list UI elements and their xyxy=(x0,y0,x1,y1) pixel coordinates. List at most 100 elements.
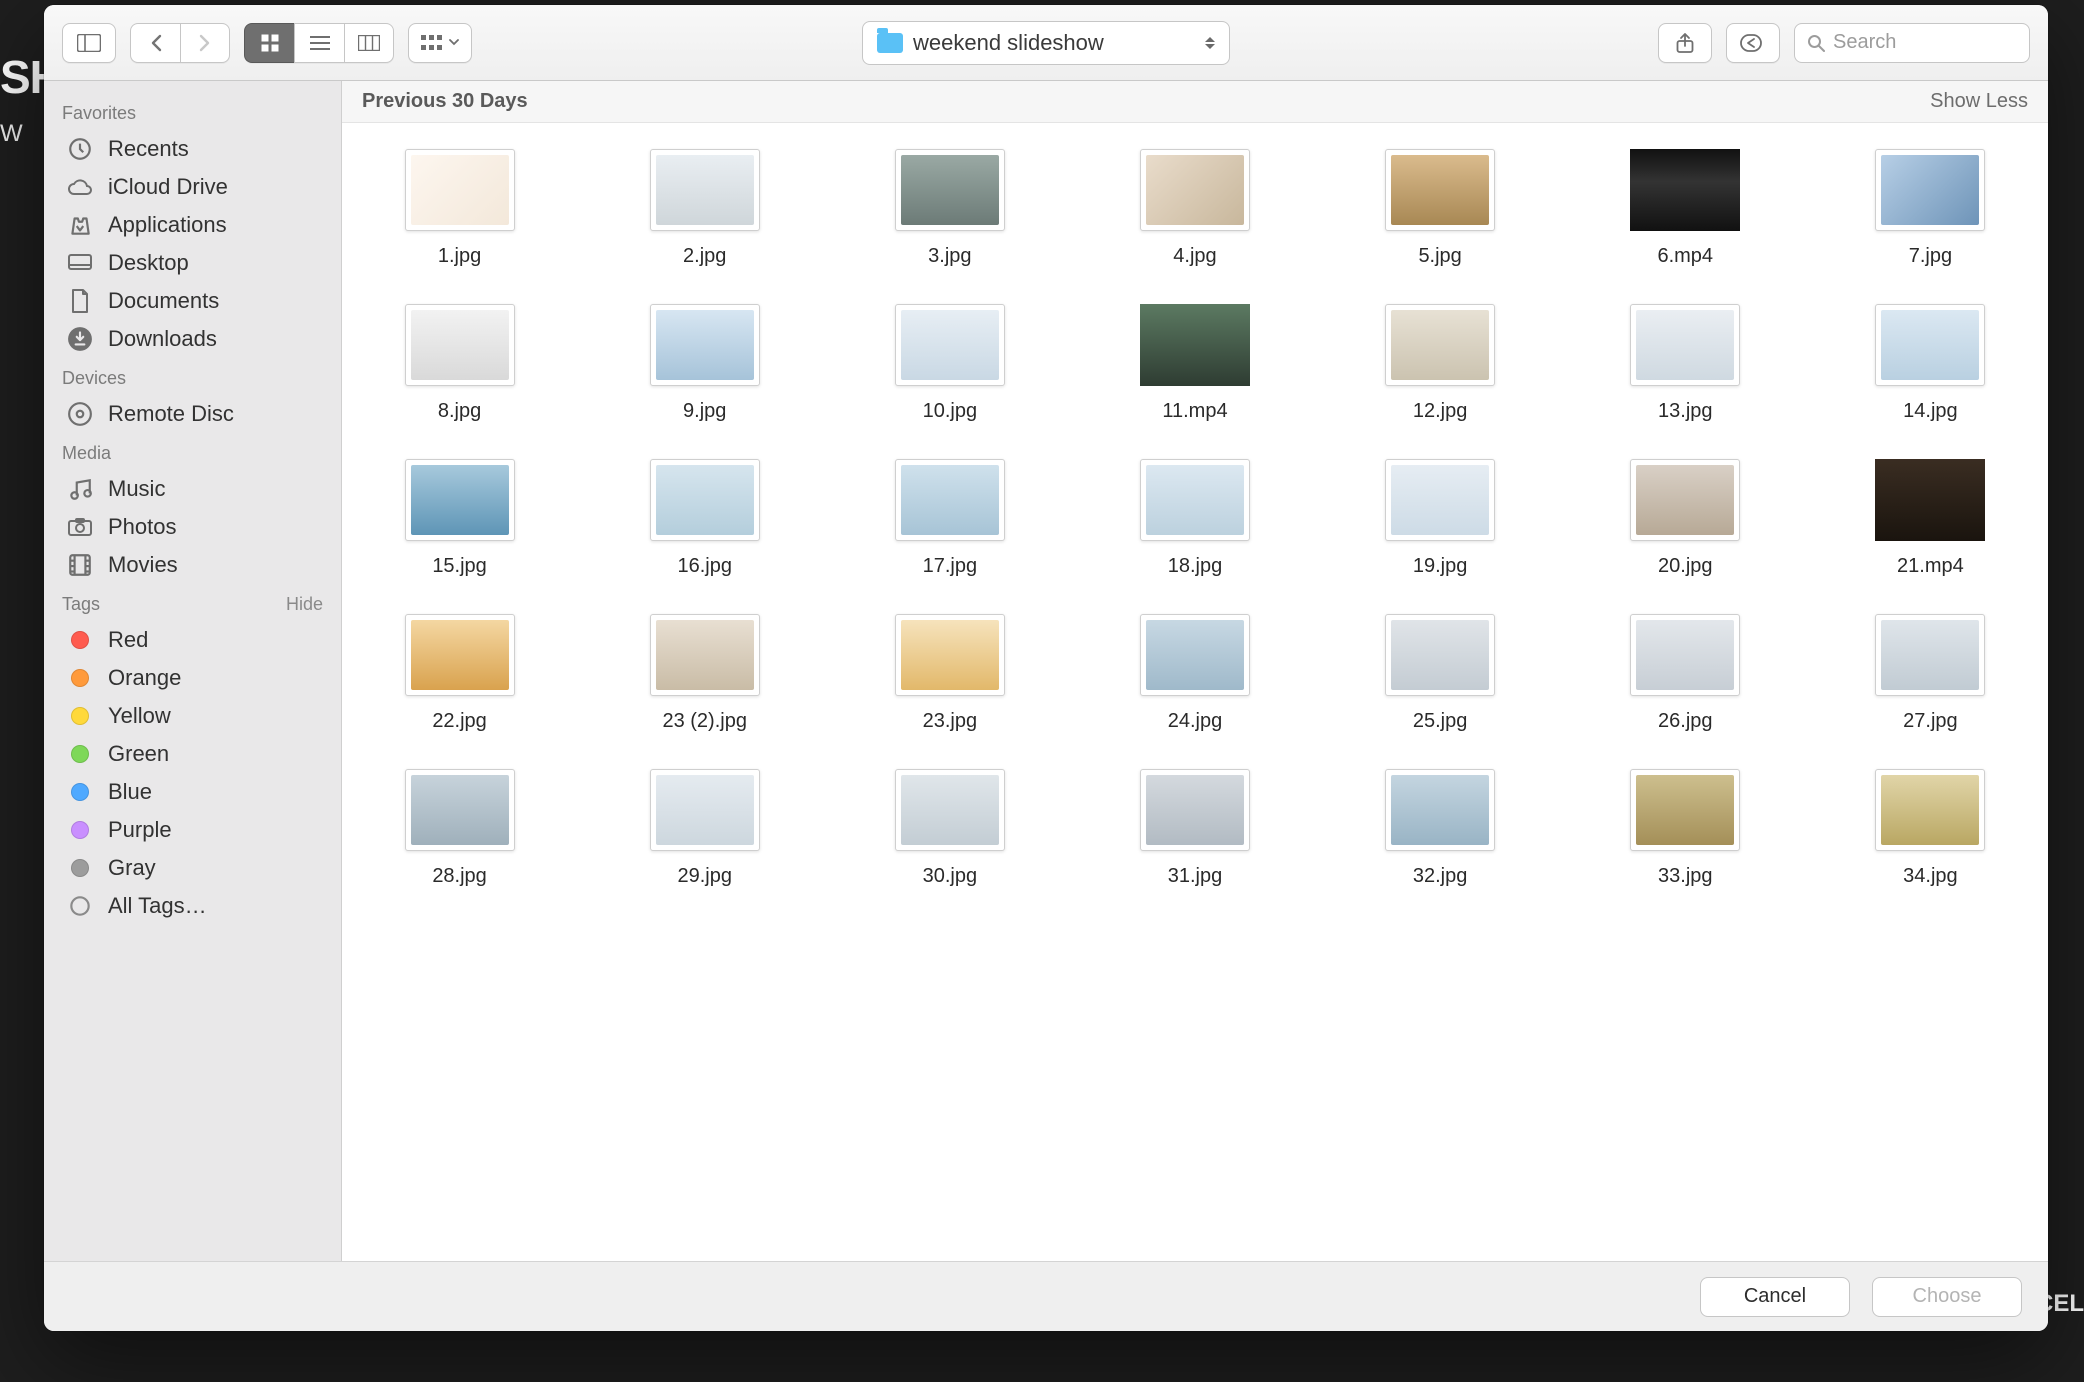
file-item[interactable]: 34.jpg xyxy=(1860,769,2000,888)
sidebar-item-green[interactable]: Green xyxy=(44,735,341,773)
sidebar-item-documents[interactable]: Documents xyxy=(44,282,341,320)
sidebar-item-blue[interactable]: Blue xyxy=(44,773,341,811)
image-thumbnail xyxy=(1875,304,1985,386)
file-grid: 1.jpg 2.jpg 3.jpg 4.jpg 5.jpg 6.mp4 7.jpg 8.jpg… xyxy=(382,149,2008,888)
image-thumbnail xyxy=(895,304,1005,386)
file-item[interactable]: 18.jpg xyxy=(1125,459,1265,578)
tags-hide-button[interactable]: Hide xyxy=(286,594,323,615)
file-item[interactable]: 8.jpg xyxy=(390,304,530,423)
sidebar-item-applications[interactable]: Applications xyxy=(44,206,341,244)
sidebar-item-label: Green xyxy=(108,741,169,767)
file-item[interactable]: 6.mp4 xyxy=(1615,149,1755,268)
sidebar-item-label: Music xyxy=(108,476,165,502)
sidebar[interactable]: Favorites RecentsiCloud DriveApplication… xyxy=(44,81,342,1261)
sidebar-item-label: Red xyxy=(108,627,148,653)
sidebar-item-recents[interactable]: Recents xyxy=(44,130,341,168)
image-thumbnail xyxy=(1140,149,1250,231)
file-item[interactable]: 16.jpg xyxy=(635,459,775,578)
file-item[interactable]: 23.jpg xyxy=(880,614,1020,733)
sidebar-item-orange[interactable]: Orange xyxy=(44,659,341,697)
forward-button[interactable] xyxy=(180,23,230,63)
sidebar-item-movies[interactable]: Movies xyxy=(44,546,341,584)
image-thumbnail xyxy=(650,769,760,851)
file-item[interactable]: 7.jpg xyxy=(1860,149,2000,268)
file-name: 16.jpg xyxy=(677,555,732,578)
sidebar-item-gray[interactable]: Gray xyxy=(44,849,341,887)
sidebar-item-music[interactable]: Music xyxy=(44,470,341,508)
group-by-button[interactable] xyxy=(408,23,472,63)
sidebar-header-favorites: Favorites xyxy=(44,93,341,130)
file-item[interactable]: 25.jpg xyxy=(1370,614,1510,733)
choose-button[interactable]: Choose xyxy=(1872,1277,2022,1317)
sidebar-item-desktop[interactable]: Desktop xyxy=(44,244,341,282)
sidebar-item-downloads[interactable]: Downloads xyxy=(44,320,341,358)
file-item[interactable]: 12.jpg xyxy=(1370,304,1510,423)
share-button[interactable] xyxy=(1658,23,1712,63)
image-thumbnail xyxy=(650,459,760,541)
file-item[interactable]: 19.jpg xyxy=(1370,459,1510,578)
file-item[interactable]: 32.jpg xyxy=(1370,769,1510,888)
image-thumbnail xyxy=(1385,614,1495,696)
list-view-button[interactable] xyxy=(294,23,344,63)
search-field[interactable]: Search xyxy=(1794,23,2030,63)
file-item[interactable]: 5.jpg xyxy=(1370,149,1510,268)
show-less-button[interactable]: Show Less xyxy=(1930,90,2028,113)
cancel-button[interactable]: Cancel xyxy=(1700,1277,1850,1317)
sidebar-item-remote-disc[interactable]: Remote Disc xyxy=(44,395,341,433)
section-header: Previous 30 Days Show Less xyxy=(342,81,2048,123)
sidebar-item-icloud[interactable]: iCloud Drive xyxy=(44,168,341,206)
icon-view-button[interactable] xyxy=(244,23,294,63)
sidebar-item-yellow[interactable]: Yellow xyxy=(44,697,341,735)
file-name: 27.jpg xyxy=(1903,710,1958,733)
image-thumbnail xyxy=(650,304,760,386)
file-item[interactable]: 13.jpg xyxy=(1615,304,1755,423)
back-button[interactable] xyxy=(130,23,180,63)
file-item[interactable]: 26.jpg xyxy=(1615,614,1755,733)
file-item[interactable]: 10.jpg xyxy=(880,304,1020,423)
path-popup-button[interactable]: weekend slideshow xyxy=(862,21,1230,65)
file-name: 24.jpg xyxy=(1168,710,1223,733)
file-item[interactable]: 27.jpg xyxy=(1860,614,2000,733)
search-placeholder: Search xyxy=(1833,31,1896,54)
recents-icon xyxy=(66,137,94,161)
file-name: 11.mp4 xyxy=(1162,400,1227,423)
file-item[interactable]: 3.jpg xyxy=(880,149,1020,268)
file-item[interactable]: 22.jpg xyxy=(390,614,530,733)
column-view-button[interactable] xyxy=(344,23,394,63)
file-item[interactable]: 24.jpg xyxy=(1125,614,1265,733)
file-item[interactable]: 2.jpg xyxy=(635,149,775,268)
sidebar-item-all[interactable]: All Tags… xyxy=(44,887,341,925)
file-item[interactable]: 11.mp4 xyxy=(1125,304,1265,423)
sidebar-item-purple[interactable]: Purple xyxy=(44,811,341,849)
file-name: 15.jpg xyxy=(432,555,487,578)
file-item[interactable]: 21.mp4 xyxy=(1860,459,2000,578)
sidebar-header-tags: Tags Hide xyxy=(44,584,341,621)
open-file-dialog: weekend slideshow Search Favorites Recen… xyxy=(44,5,2048,1331)
image-thumbnail xyxy=(405,459,515,541)
sidebar-item-red[interactable]: Red xyxy=(44,621,341,659)
file-item[interactable]: 15.jpg xyxy=(390,459,530,578)
file-item[interactable]: 4.jpg xyxy=(1125,149,1265,268)
music-icon xyxy=(66,477,94,501)
file-item[interactable]: 17.jpg xyxy=(880,459,1020,578)
tags-button[interactable] xyxy=(1726,23,1780,63)
file-grid-scroll[interactable]: 1.jpg 2.jpg 3.jpg 4.jpg 5.jpg 6.mp4 7.jpg 8.jpg… xyxy=(342,123,2048,1261)
sidebar-item-label: Photos xyxy=(108,514,177,540)
file-item[interactable]: 28.jpg xyxy=(390,769,530,888)
file-item[interactable]: 31.jpg xyxy=(1125,769,1265,888)
file-name: 13.jpg xyxy=(1658,400,1713,423)
image-thumbnail xyxy=(895,149,1005,231)
file-item[interactable]: 33.jpg xyxy=(1615,769,1755,888)
file-item[interactable]: 30.jpg xyxy=(880,769,1020,888)
sidebar-toggle-button[interactable] xyxy=(62,23,116,63)
file-item[interactable]: 1.jpg xyxy=(390,149,530,268)
file-item[interactable]: 9.jpg xyxy=(635,304,775,423)
file-item[interactable]: 23 (2).jpg xyxy=(635,614,775,733)
sidebar-item-photos[interactable]: Photos xyxy=(44,508,341,546)
sidebar-item-label: Orange xyxy=(108,665,181,691)
image-thumbnail xyxy=(1385,149,1495,231)
file-item[interactable]: 20.jpg xyxy=(1615,459,1755,578)
file-item[interactable]: 14.jpg xyxy=(1860,304,2000,423)
file-name: 3.jpg xyxy=(928,245,971,268)
file-item[interactable]: 29.jpg xyxy=(635,769,775,888)
